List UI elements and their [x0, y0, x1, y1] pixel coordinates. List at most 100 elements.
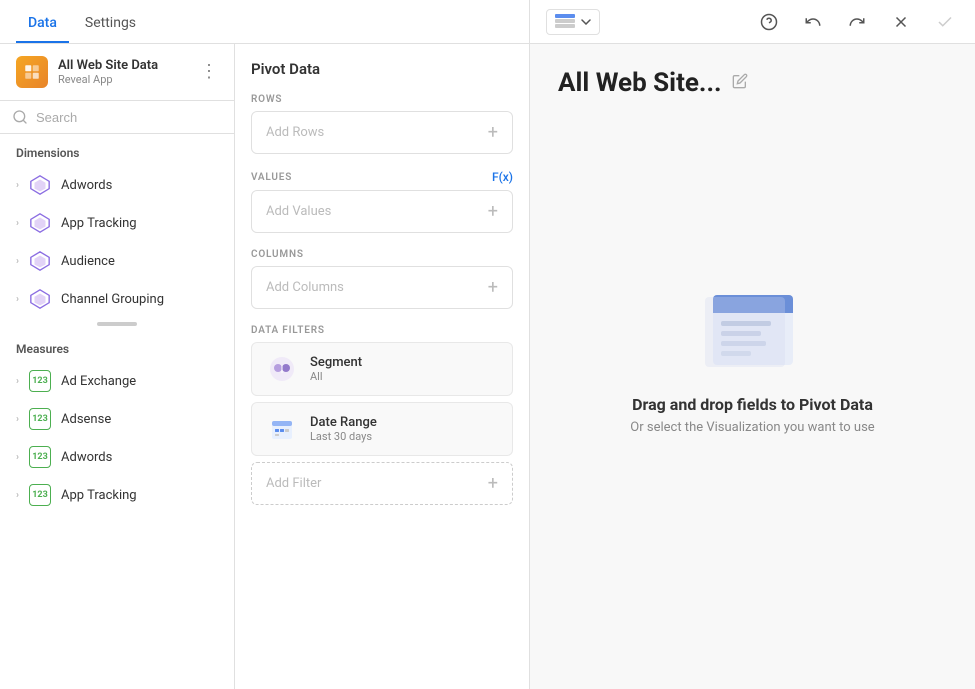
app-tracking-label: App Tracking [61, 216, 137, 231]
left-content: All Web Site Data Reveal App ⋮ Dimension… [0, 44, 529, 689]
chevron-right-icon: › [16, 490, 19, 501]
sidebar-item-adsense[interactable]: › 123 Adsense [0, 400, 234, 438]
channel-grouping-label: Channel Grouping [61, 292, 164, 307]
adsense-label: Adsense [61, 412, 111, 427]
audience-icon [29, 250, 51, 272]
undo-button[interactable] [799, 8, 827, 36]
scroll-indicator [0, 318, 234, 330]
measures-label: Measures [0, 330, 234, 362]
add-filter-label: Add Filter [266, 476, 321, 491]
adwords-measure-icon: 123 [29, 446, 51, 468]
plus-icon: + [488, 277, 498, 298]
segment-sub: All [310, 370, 362, 383]
pivot-rows-placeholder: Add Rows [266, 125, 324, 140]
toolbar-right [755, 8, 959, 36]
pivot-title: Pivot Data [251, 60, 513, 78]
add-filter-button[interactable]: Add Filter + [251, 462, 513, 505]
adsense-measure-icon: 123 [29, 408, 51, 430]
chart-title-text: All Web Site... [558, 68, 722, 98]
segment-filter[interactable]: Segment All [251, 342, 513, 396]
datasource-more-button[interactable]: ⋮ [200, 63, 218, 81]
plus-icon: + [488, 201, 498, 222]
pivot-columns-section: COLUMNS Add Columns + [251, 249, 513, 309]
sidebar-item-adwords[interactable]: › Adwords [0, 166, 234, 204]
scroll-indicator-bar [97, 322, 137, 326]
pivot-values-label: VALUES [251, 172, 292, 183]
segment-icon [266, 353, 298, 385]
datasource-name: All Web Site Data [58, 58, 200, 73]
chevron-right-icon: › [16, 180, 19, 191]
pivot-rows-section: ROWS Add Rows + [251, 94, 513, 154]
empty-state: Drag and drop fields to Pivot Data Or se… [558, 114, 947, 665]
tab-data[interactable]: Data [16, 5, 69, 43]
pivot-columns-label: COLUMNS [251, 249, 513, 260]
tab-bar: Data Settings [0, 0, 529, 44]
plus-icon: + [488, 122, 498, 143]
pivot-rows-dropzone[interactable]: Add Rows + [251, 111, 513, 154]
left-panel: Data Settings All Web Site Data Reveal A… [0, 0, 530, 689]
pivot-columns-placeholder: Add Columns [266, 280, 344, 295]
adwords-measure-label: Adwords [61, 450, 112, 465]
redo-button[interactable] [843, 8, 871, 36]
pivot-panel: Pivot Data ROWS Add Rows + VALUES F(x) A… [235, 44, 529, 689]
pivot-filters-label: DATA FILTERS [251, 325, 513, 336]
pivot-viz-icon [555, 14, 575, 30]
fx-button[interactable]: F(x) [492, 170, 513, 184]
sidebar-item-app-tracking[interactable]: › App Tracking [0, 204, 234, 242]
pivot-filters-section: DATA FILTERS Segment All [251, 325, 513, 505]
chevron-right-icon: › [16, 218, 19, 229]
pivot-values-placeholder: Add Values [266, 204, 331, 219]
ad-exchange-label: Ad Exchange [61, 374, 136, 389]
close-button[interactable] [887, 8, 915, 36]
app-tracking-measure-icon: 123 [29, 484, 51, 506]
datasource-info: All Web Site Data Reveal App [58, 58, 200, 86]
empty-state-sub: Or select the Visualization you want to … [630, 420, 874, 435]
date-range-name: Date Range [310, 415, 377, 430]
pivot-values-section: VALUES F(x) Add Values + [251, 170, 513, 233]
right-toolbar [530, 0, 975, 44]
edit-title-icon[interactable] [732, 73, 748, 93]
chevron-down-icon [581, 19, 591, 25]
channel-grouping-icon [29, 288, 51, 310]
right-panel: All Web Site... [530, 0, 975, 689]
pivot-columns-dropzone[interactable]: Add Columns + [251, 266, 513, 309]
sidebar-scroll: Dimensions › Adwords › App Tracking [0, 134, 234, 689]
viz-selector[interactable] [546, 9, 600, 35]
audience-label: Audience [61, 254, 115, 269]
pivot-illustration [693, 285, 813, 375]
dimensions-label: Dimensions [0, 134, 234, 166]
sidebar-item-channel-grouping[interactable]: › Channel Grouping [0, 280, 234, 318]
chart-title: All Web Site... [558, 68, 748, 98]
toolbar-left [546, 9, 600, 35]
chevron-right-icon: › [16, 414, 19, 425]
sidebar-item-adwords-measure[interactable]: › 123 Adwords [0, 438, 234, 476]
tab-settings[interactable]: Settings [73, 5, 148, 43]
chevron-right-icon: › [16, 452, 19, 463]
search-input[interactable] [36, 110, 222, 125]
sidebar-item-audience[interactable]: › Audience [0, 242, 234, 280]
chevron-right-icon: › [16, 294, 19, 305]
values-header: VALUES F(x) [251, 170, 513, 184]
plus-icon: + [488, 473, 498, 494]
pivot-rows-label: ROWS [251, 94, 513, 105]
segment-filter-info: Segment All [310, 355, 362, 383]
adwords-icon [29, 174, 51, 196]
confirm-button[interactable] [931, 8, 959, 36]
date-range-sub: Last 30 days [310, 430, 377, 443]
search-box [0, 101, 234, 134]
right-content: All Web Site... [530, 44, 975, 689]
sidebar-item-app-tracking-measure[interactable]: › 123 App Tracking [0, 476, 234, 514]
empty-state-title: Drag and drop fields to Pivot Data [632, 395, 873, 414]
help-button[interactable] [755, 8, 783, 36]
ad-exchange-measure-icon: 123 [29, 370, 51, 392]
datasource-sub: Reveal App [58, 73, 200, 86]
datasource-header: All Web Site Data Reveal App ⋮ [0, 44, 234, 101]
segment-name: Segment [310, 355, 362, 370]
date-range-filter[interactable]: Date Range Last 30 days [251, 402, 513, 456]
sidebar-item-ad-exchange[interactable]: › 123 Ad Exchange [0, 362, 234, 400]
chevron-right-icon: › [16, 256, 19, 267]
pivot-values-dropzone[interactable]: Add Values + [251, 190, 513, 233]
app-tracking-measure-label: App Tracking [61, 488, 137, 503]
datasource-icon [16, 56, 48, 88]
chevron-right-icon: › [16, 376, 19, 387]
